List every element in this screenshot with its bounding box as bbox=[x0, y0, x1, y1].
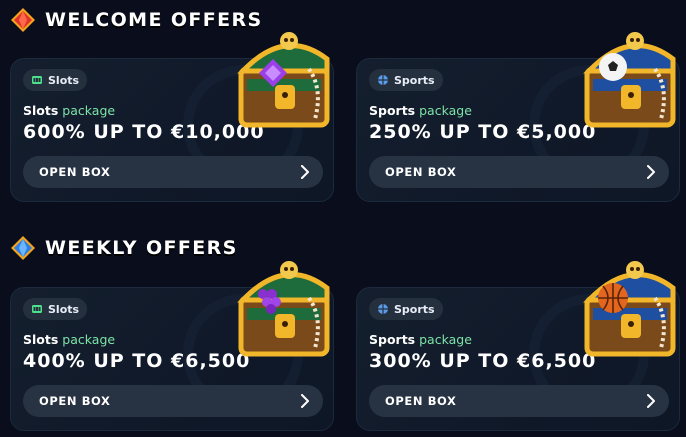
button-label: OPEN BOX bbox=[385, 394, 457, 408]
treasure-chest-soccer-ball bbox=[583, 32, 676, 128]
package-title: Sports package bbox=[369, 103, 472, 118]
slot-machine-icon bbox=[32, 305, 42, 313]
open-box-button[interactable]: OPEN BOX bbox=[23, 156, 323, 188]
package-title: Sports package bbox=[369, 332, 472, 347]
chevron-right-icon bbox=[301, 394, 309, 408]
category-tag: Sports bbox=[369, 69, 443, 91]
button-label: OPEN BOX bbox=[39, 165, 111, 179]
open-box-button[interactable]: OPEN BOX bbox=[369, 385, 669, 417]
treasure-chest-purple-gem bbox=[237, 32, 330, 128]
section-title: WELCOME OFFERS bbox=[45, 9, 263, 31]
tag-label: Slots bbox=[48, 302, 80, 316]
offer-card-weekly-slots: Slots Slots package 400% UP TO €6,500 OPE… bbox=[10, 261, 334, 431]
bonus-amount: 250% UP TO €5,000 bbox=[369, 121, 597, 143]
category-tag: Slots bbox=[23, 69, 88, 91]
tag-label: Slots bbox=[48, 73, 80, 87]
chevron-right-icon bbox=[647, 394, 655, 408]
treasure-chest-basketball bbox=[583, 261, 676, 357]
treasure-chest-grapes bbox=[237, 261, 330, 357]
chevron-right-icon bbox=[301, 165, 309, 179]
sports-ball-icon bbox=[378, 304, 388, 314]
button-label: OPEN BOX bbox=[39, 394, 111, 408]
sports-ball-icon bbox=[378, 75, 388, 85]
section-title: WEEKLY OFFERS bbox=[45, 237, 238, 259]
category-tag: Slots bbox=[23, 298, 88, 320]
slot-machine-icon bbox=[32, 76, 42, 84]
bonus-amount: 400% UP TO €6,500 bbox=[23, 350, 251, 372]
open-box-button[interactable]: OPEN BOX bbox=[23, 385, 323, 417]
welcome-offers-header: WELCOME OFFERS bbox=[10, 7, 263, 33]
offer-card-welcome-slots: Slots Slots package 600% UP TO €10,000 OP… bbox=[10, 32, 334, 202]
tag-label: Sports bbox=[394, 302, 435, 316]
category-tag: Sports bbox=[369, 298, 443, 320]
offer-card-weekly-sports: Sports Sports package 300% UP TO €6,500 O… bbox=[356, 261, 680, 431]
open-box-button[interactable]: OPEN BOX bbox=[369, 156, 669, 188]
button-label: OPEN BOX bbox=[385, 165, 457, 179]
tag-label: Sports bbox=[394, 73, 435, 87]
red-gem-icon bbox=[11, 8, 35, 32]
offer-card-welcome-sports: Sports Sports package 250% UP TO €5,000 O… bbox=[356, 32, 680, 202]
blue-gem-icon bbox=[11, 236, 35, 260]
package-title: Slots package bbox=[23, 103, 116, 118]
bonus-amount: 300% UP TO €6,500 bbox=[369, 350, 597, 372]
chevron-right-icon bbox=[647, 165, 655, 179]
package-title: Slots package bbox=[23, 332, 116, 347]
weekly-offers-header: WEEKLY OFFERS bbox=[10, 235, 238, 261]
